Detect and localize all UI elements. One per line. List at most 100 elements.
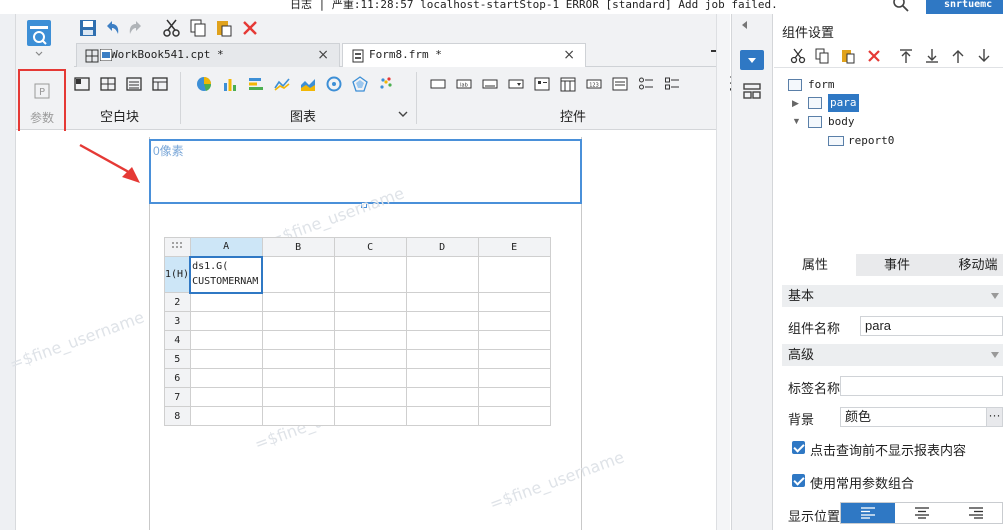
textarea-widget-icon[interactable] (612, 76, 628, 92)
row-header[interactable]: 6 (164, 368, 191, 388)
row-header[interactable]: 8 (164, 406, 191, 426)
search-icon[interactable] (893, 0, 909, 12)
move-up-icon[interactable] (950, 48, 966, 64)
section-basic[interactable]: 基本 (782, 285, 1003, 307)
user-badge[interactable]: snrtuemc (926, 0, 1003, 14)
close-icon[interactable]: × (563, 44, 575, 66)
tag-name-input[interactable] (840, 376, 1003, 396)
grid-cell[interactable] (333, 406, 407, 426)
designer-logo-icon[interactable] (26, 18, 54, 58)
delete-icon[interactable] (866, 48, 882, 64)
copy-icon[interactable] (188, 18, 208, 38)
row-header[interactable]: 5 (164, 349, 191, 369)
expand-arrow-icon[interactable]: ▶ (792, 98, 799, 109)
area-chart-icon[interactable] (300, 76, 316, 92)
tab-mobile[interactable]: 移动端 (938, 254, 1003, 276)
checkbox-list-icon[interactable] (664, 76, 680, 92)
grid-cell[interactable] (261, 292, 335, 312)
grid-cell[interactable] (477, 368, 551, 388)
tab-layout-icon[interactable] (126, 76, 142, 92)
grid-cell[interactable] (405, 292, 479, 312)
cut-icon[interactable] (790, 48, 806, 64)
section-advanced[interactable]: 高级 (782, 344, 1003, 366)
grid-cell[interactable] (189, 368, 263, 388)
scatter-chart-icon[interactable] (378, 76, 394, 92)
grid-cell[interactable] (405, 311, 479, 331)
grid-cell[interactable] (333, 311, 407, 331)
row-header[interactable]: 4 (164, 330, 191, 350)
grid-cell[interactable] (477, 330, 551, 350)
checkbox-group-icon[interactable] (534, 76, 550, 92)
para-widget[interactable]: 0像素 (149, 139, 582, 204)
grid-cell[interactable] (477, 406, 551, 426)
grid-cell[interactable] (333, 292, 407, 312)
move-top-icon[interactable] (898, 48, 914, 64)
save-icon[interactable] (78, 18, 98, 38)
bar-chart-icon[interactable] (222, 76, 238, 92)
grid-cell[interactable] (477, 387, 551, 407)
cell-a1[interactable]: ds1.G( CUSTOMERNAM (189, 255, 264, 294)
date-widget-icon[interactable] (560, 76, 576, 92)
row-header[interactable]: 3 (164, 311, 191, 331)
grid-cell[interactable] (189, 330, 263, 350)
radar-chart-icon[interactable] (352, 76, 368, 92)
grid-cell[interactable] (477, 349, 551, 369)
layout-panel-icon[interactable] (743, 82, 761, 100)
radio-group-icon[interactable] (638, 76, 654, 92)
cut-icon[interactable] (162, 18, 182, 38)
column-header[interactable]: D (405, 237, 479, 257)
grid-cell[interactable] (477, 292, 551, 312)
grid-cell[interactable] (405, 368, 479, 388)
grid-cell[interactable] (405, 387, 479, 407)
row-header[interactable]: 7 (164, 387, 191, 407)
undo-icon[interactable] (102, 18, 122, 38)
copy-icon[interactable] (814, 48, 830, 64)
row-header[interactable]: 2 (164, 292, 191, 312)
grid-cell[interactable] (333, 330, 407, 350)
grid-corner[interactable] (164, 237, 191, 257)
paste-icon[interactable] (840, 48, 856, 64)
grid-cell[interactable] (261, 349, 335, 369)
grid-cell[interactable] (477, 311, 551, 331)
align-center-button[interactable] (895, 503, 949, 523)
number-widget-icon[interactable]: 123 (586, 76, 602, 92)
column-header[interactable]: A (189, 237, 263, 257)
grid-cell[interactable] (261, 387, 335, 407)
grid-cell[interactable] (405, 349, 479, 369)
absolute-layout-icon[interactable] (74, 76, 90, 92)
delete-icon[interactable] (240, 18, 260, 38)
label-widget-icon[interactable]: lab (456, 76, 472, 92)
grid-cell[interactable] (189, 311, 263, 331)
checkbox-checked[interactable] (792, 474, 805, 487)
button-widget-icon[interactable] (430, 76, 446, 92)
tab-properties[interactable]: 属性 (774, 254, 856, 276)
line-chart-icon[interactable] (274, 76, 290, 92)
move-down-icon[interactable] (976, 48, 992, 64)
tab-workbook[interactable]: WorkBook541.cpt * × (76, 43, 340, 67)
grid-cell[interactable] (333, 368, 407, 388)
grid-cell[interactable] (189, 292, 263, 312)
collapse-arrow-icon[interactable]: ▼ (792, 116, 801, 126)
move-bottom-icon[interactable] (924, 48, 940, 64)
collapse-left-icon[interactable] (740, 20, 750, 30)
paste-icon[interactable] (214, 18, 234, 38)
pie-chart-icon[interactable] (196, 76, 212, 92)
grid-cell[interactable] (405, 256, 479, 293)
grid-cell[interactable] (189, 349, 263, 369)
align-right-button[interactable] (949, 503, 1003, 523)
component-settings-button[interactable] (740, 50, 764, 70)
more-button[interactable]: ··· (986, 408, 1002, 426)
close-icon[interactable]: × (317, 44, 329, 66)
grid-cell[interactable] (477, 256, 551, 293)
gauge-chart-icon[interactable] (326, 76, 342, 92)
grid-cell[interactable] (405, 406, 479, 426)
grid-cell[interactable] (189, 406, 263, 426)
redo-icon[interactable] (126, 18, 146, 38)
align-left-button[interactable] (841, 503, 895, 523)
grid-cell[interactable] (333, 387, 407, 407)
grid-cell[interactable] (333, 349, 407, 369)
grid-cell[interactable] (333, 256, 407, 293)
row-header[interactable]: 1(H) (164, 256, 191, 293)
column-header[interactable]: B (261, 237, 335, 257)
grid-cell[interactable] (189, 387, 263, 407)
